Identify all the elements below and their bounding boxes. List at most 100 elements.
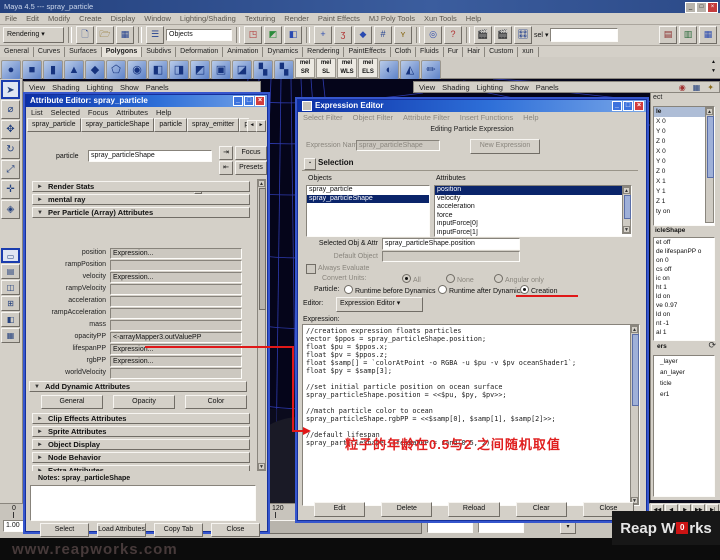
scroll-thumb[interactable] <box>259 188 266 310</box>
attribute-value-field[interactable]: <-arrayMapper3.outValuePP <box>110 332 242 343</box>
scroll-up-icon[interactable]: ▲ <box>706 108 713 115</box>
default-object-field[interactable] <box>382 251 520 262</box>
collapsed-section-header[interactable]: ► Extra Attributes <box>32 465 250 471</box>
window-close-button[interactable]: × <box>707 2 718 13</box>
panel-camera-icon[interactable]: ◉ <box>679 83 686 92</box>
close-icon[interactable]: × <box>255 96 265 106</box>
channel-box-menu-fragment[interactable]: ect <box>653 94 662 101</box>
runtime-after-dynamics-radio[interactable] <box>438 285 447 294</box>
snap-plane-icon[interactable]: # <box>374 26 392 44</box>
runtime-before-dynamics-radio[interactable] <box>344 285 353 294</box>
layout-shortcut-button[interactable]: ▦ <box>1 328 20 343</box>
channel-row[interactable]: al 1 <box>654 328 714 337</box>
shelf-tab[interactable]: Custom <box>485 47 518 57</box>
shelf-tab[interactable]: Cloth <box>391 47 416 57</box>
shelf-extra-icon[interactable]: ◐ <box>379 60 399 80</box>
attribute-item[interactable]: velocity <box>435 195 631 204</box>
shelf-tab[interactable]: Surfaces <box>65 47 102 57</box>
shelf-tab[interactable]: Fluids <box>416 47 444 57</box>
collapsed-section-header[interactable]: ► Node Behavior <box>32 452 250 463</box>
shelf-tab[interactable]: Animation <box>223 47 263 57</box>
shelf-mel-script-icon[interactable]: melSR <box>295 58 315 78</box>
channel-row[interactable]: ld on <box>654 292 714 301</box>
attribute-value-field[interactable] <box>110 260 242 271</box>
layer-item[interactable]: an_layer <box>654 367 714 378</box>
attribute-item[interactable]: acceleration <box>435 203 631 212</box>
attribute-value-field[interactable] <box>110 296 242 307</box>
shelf-tab[interactable]: Rendering <box>303 47 344 57</box>
snap-grid-icon[interactable]: + <box>314 26 332 44</box>
menu-item[interactable]: Help <box>156 108 171 117</box>
add-dynamic-button[interactable]: Color <box>185 395 247 409</box>
layer-item[interactable]: _layer <box>654 356 714 367</box>
panel-menu-item[interactable]: View <box>419 83 435 92</box>
menu-item[interactable]: Paint Effects <box>318 14 360 23</box>
tool-button[interactable]: ⌀ <box>1 100 20 119</box>
shelf-tab[interactable]: PaintEffects <box>344 47 390 57</box>
add-dynamic-button[interactable]: General <box>41 395 103 409</box>
attribute-scrollbar[interactable]: ▲ ▼ <box>257 179 266 471</box>
shelf-mel-script-icon[interactable]: melSL <box>316 58 336 78</box>
shelf-tab[interactable]: Curves <box>34 47 65 57</box>
maximize-icon[interactable]: □ <box>244 96 254 106</box>
layout-shortcut-button[interactable]: ◫ <box>1 280 20 295</box>
attribute-editor-tab[interactable]: spray_particleShape <box>81 118 155 132</box>
layout-shortcut-button[interactable]: ▭ <box>1 248 20 263</box>
code-scrollbar[interactable]: ▲ ▼ <box>630 325 639 505</box>
scroll-up-icon[interactable]: ▲ <box>631 326 638 333</box>
menu-item[interactable]: Xun Tools <box>424 14 457 23</box>
channel-row[interactable]: ic on <box>654 274 714 283</box>
panel-light-icon[interactable]: ✦ <box>707 83 714 92</box>
panel-menu-item[interactable]: Lighting <box>87 83 113 92</box>
tool-button[interactable]: ⤢ <box>1 160 20 179</box>
convert-none-radio[interactable] <box>446 274 455 283</box>
menu-item[interactable]: File <box>5 14 17 23</box>
playback-start-field[interactable] <box>427 521 473 533</box>
expression-editor-footer-button[interactable]: Delete <box>381 502 432 517</box>
anim-prefs-dropdown-icon[interactable]: ▾ <box>560 521 576 534</box>
tool-button[interactable]: ✥ <box>1 120 20 139</box>
expression-editor-footer-button[interactable]: Clear <box>516 502 567 517</box>
attribute-editor-footer-button[interactable]: Select <box>40 523 89 537</box>
attribute-editor-footer-button[interactable]: Copy Tab <box>154 523 203 537</box>
attribute-value-field[interactable] <box>110 320 242 331</box>
make-live-icon[interactable]: ʏ <box>394 26 412 44</box>
presets-button[interactable]: Presets <box>235 161 267 175</box>
show-tool-settings-icon[interactable]: ▥ <box>679 26 697 44</box>
attribute-item[interactable]: inputForce[1] <box>435 229 631 238</box>
expression-editor-title-bar[interactable]: Expression Editor _ □ × <box>298 100 646 112</box>
menu-item[interactable]: Select Filter <box>303 113 343 122</box>
attribute-value-field[interactable] <box>110 368 242 379</box>
convert-all-radio[interactable] <box>402 274 411 283</box>
menu-item[interactable]: Modify <box>48 14 70 23</box>
panel-menu-item[interactable]: Show <box>120 83 139 92</box>
attributes-scrollbar[interactable]: ▲ ▼ <box>622 186 631 234</box>
shelf-extra-icon[interactable]: ◭ <box>400 60 420 80</box>
collapsed-section-header[interactable]: ► Sprite Attributes <box>32 426 250 437</box>
new-expression-button[interactable]: New Expression <box>470 139 540 154</box>
menu-item[interactable]: Insert Functions <box>460 113 513 122</box>
shelf-tool-icon[interactable]: ▮ <box>43 60 63 80</box>
panel-menu-item[interactable]: View <box>29 83 45 92</box>
help-line-icon[interactable]: ? <box>444 26 462 44</box>
menu-item[interactable]: Help <box>466 14 481 23</box>
attribute-value-field[interactable]: Expression... <box>110 344 242 355</box>
channel-row[interactable]: ht 1 <box>654 283 714 292</box>
menu-item[interactable]: Create <box>79 14 102 23</box>
attribute-editor-tab[interactable]: spray_particle <box>27 118 81 132</box>
open-scene-icon[interactable]: 🗁 <box>96 26 114 44</box>
tool-button[interactable]: ◈ <box>1 200 20 219</box>
maximize-icon[interactable]: □ <box>623 101 633 111</box>
expression-code-area[interactable]: //creation expression floats particles v… <box>302 324 640 506</box>
render-current-icon[interactable]: 🎬 <box>474 26 492 44</box>
menu-item[interactable]: Texturing <box>245 14 275 23</box>
always-evaluate-checkbox[interactable] <box>306 264 316 274</box>
window-maximize-button[interactable]: □ <box>696 2 707 13</box>
attribute-item[interactable]: inputForce[0] <box>435 220 631 229</box>
expression-code[interactable]: //creation expression floats particles v… <box>303 325 639 449</box>
tab-scroll-right-icon[interactable]: ► <box>256 120 266 132</box>
shelf-tab[interactable]: Hair <box>463 47 485 57</box>
shelf-tab[interactable]: xun <box>518 47 538 57</box>
layout-shortcut-button[interactable]: ▤ <box>1 264 20 279</box>
attribute-editor-footer-button[interactable]: Load Attributes <box>97 523 146 537</box>
